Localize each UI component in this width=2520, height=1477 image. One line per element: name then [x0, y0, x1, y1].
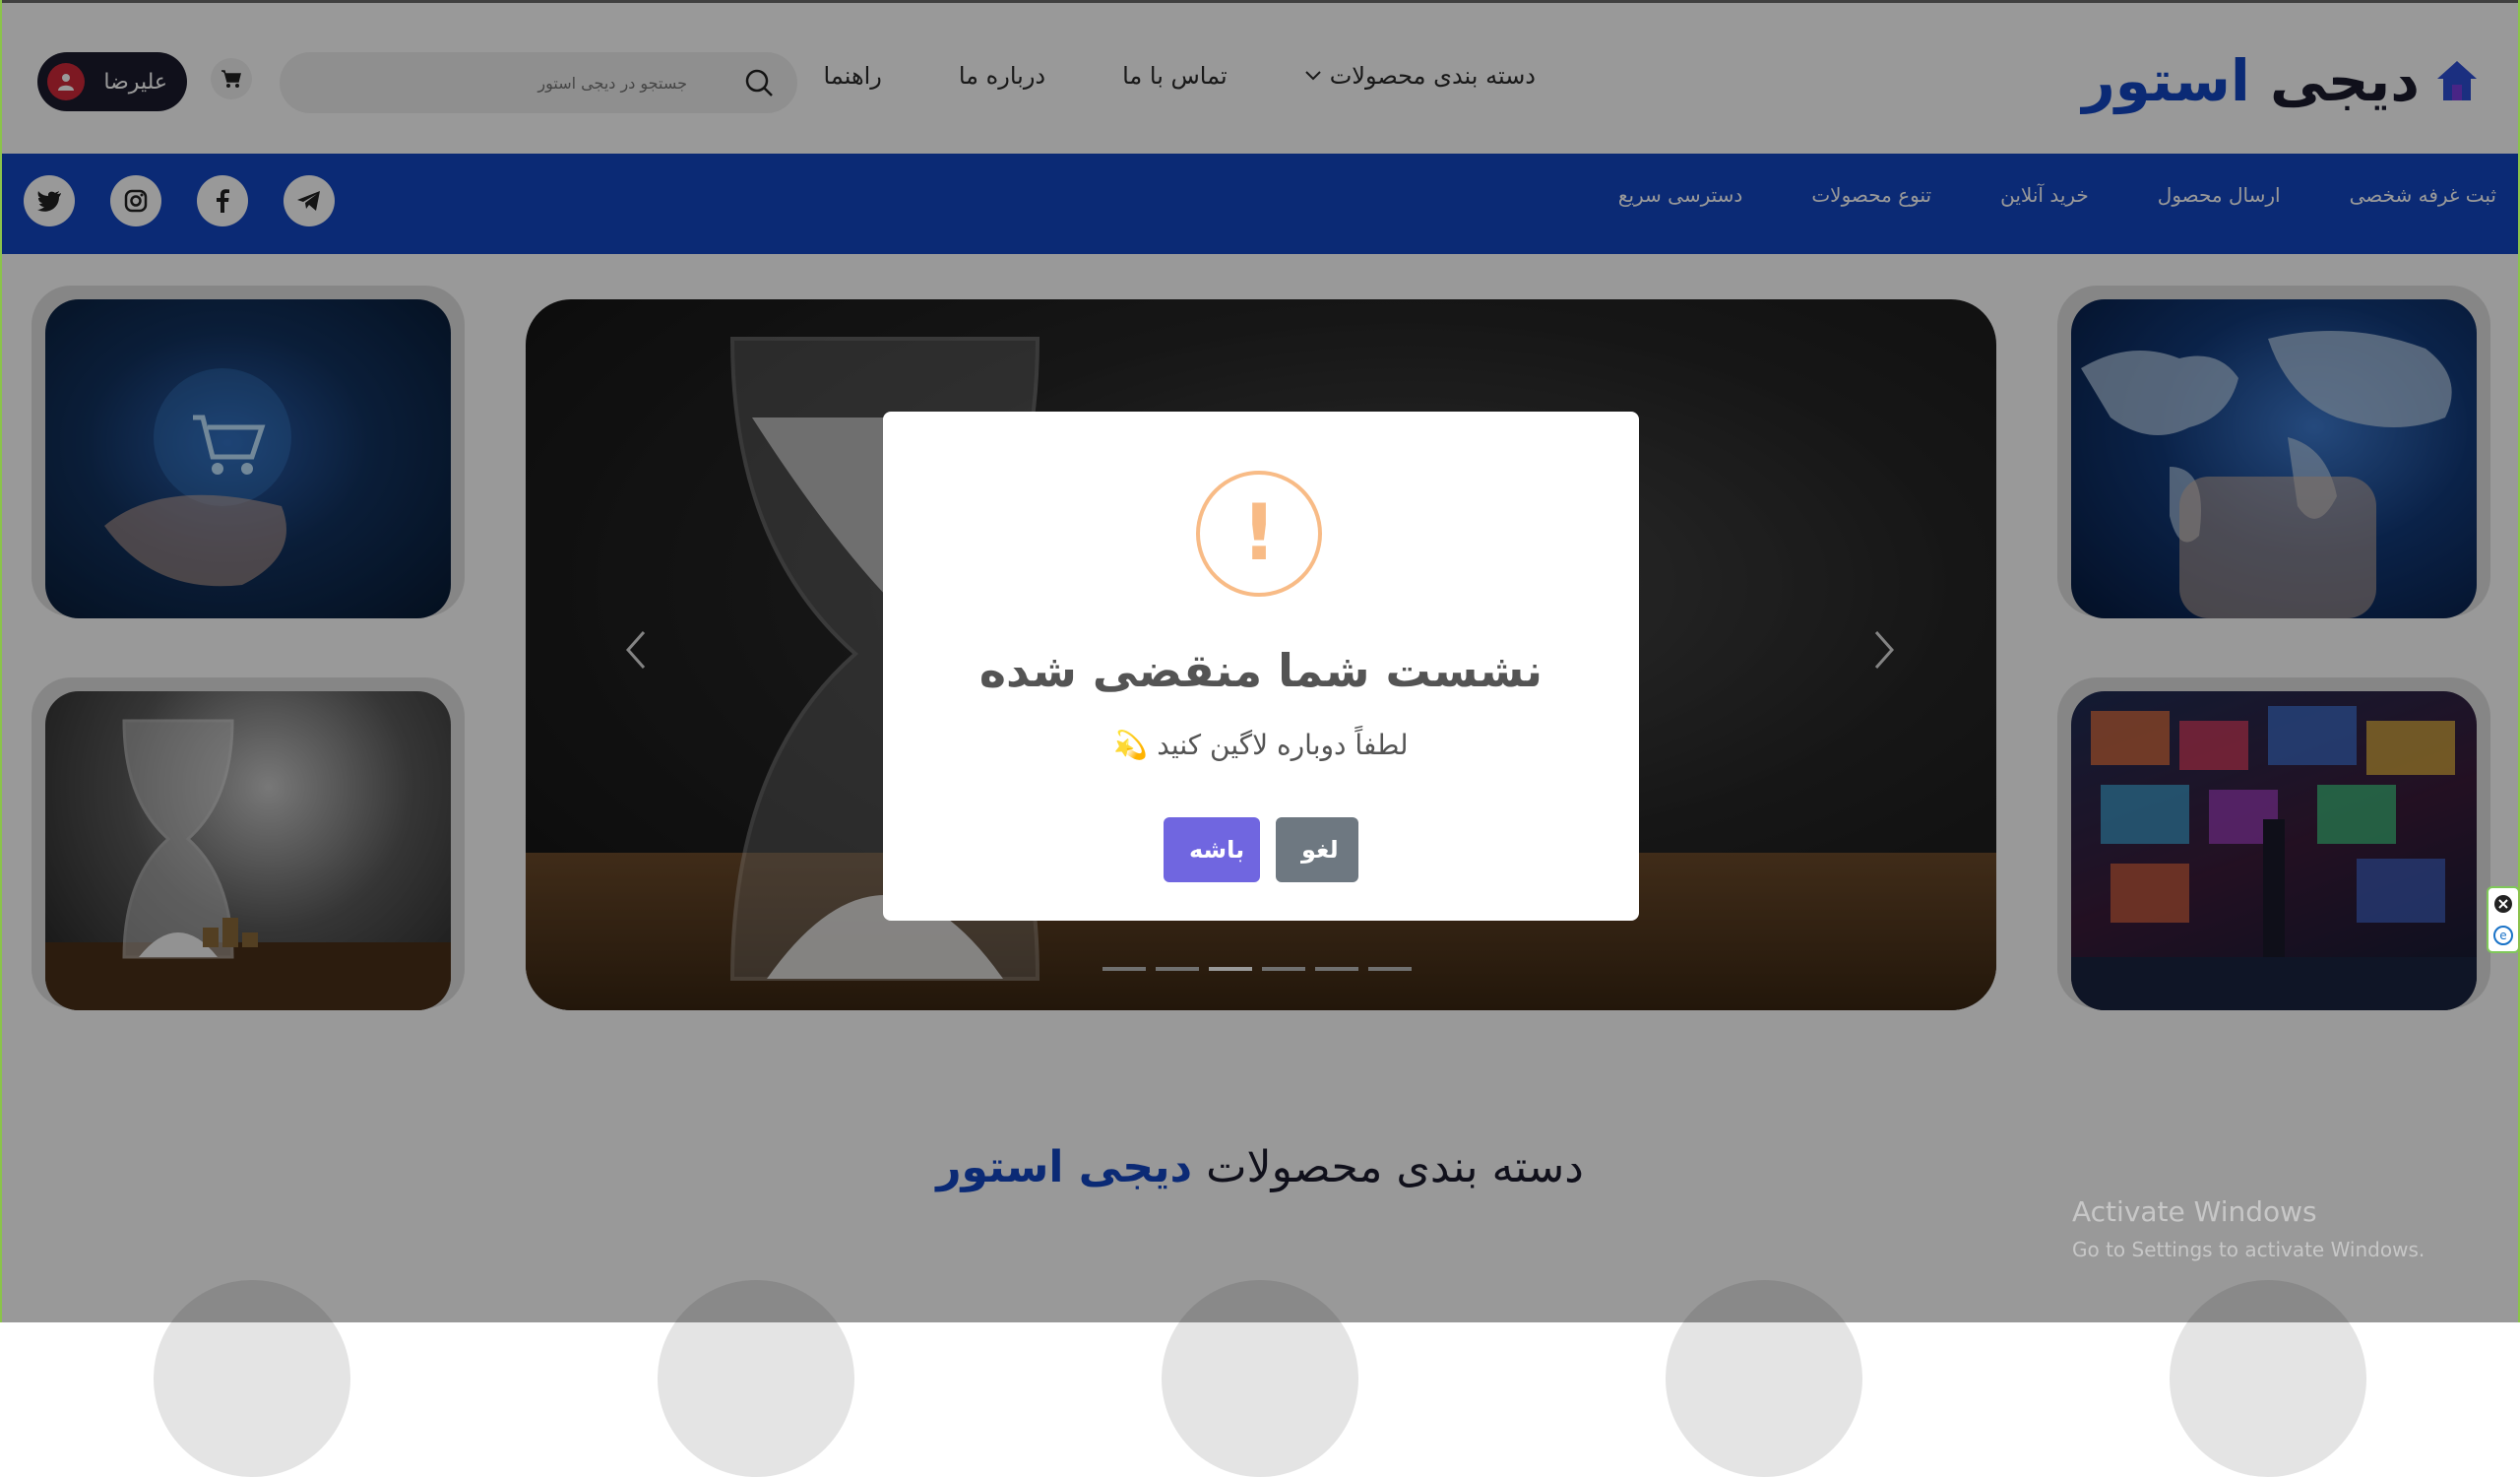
dizzy-emoji-icon: 💫 [1113, 729, 1149, 761]
side-widget[interactable]: e [2487, 886, 2520, 953]
session-expired-dialog: ! نشست شما منقضی شده لطفاً دوباره لاگین … [883, 412, 1639, 921]
ok-button[interactable]: باشه [1164, 817, 1260, 882]
cancel-button[interactable]: لغو [1276, 817, 1358, 882]
dialog-buttons: باشه لغو [883, 817, 1639, 882]
dialog-title: نشست شما منقضی شده [978, 644, 1544, 697]
windows-activation-watermark: Activate Windows Go to Settings to activ… [2072, 1193, 2425, 1268]
close-icon[interactable] [2493, 894, 2513, 914]
edge-icon[interactable]: e [2493, 926, 2513, 945]
dialog-message: لطفاً دوباره لاگین کنید 💫 [883, 729, 1639, 761]
warning-icon: ! [1196, 471, 1322, 597]
svg-text:e: e [2499, 929, 2506, 942]
watermark-line1: Activate Windows [2072, 1195, 2317, 1228]
dialog-message-text: لطفاً دوباره لاگین کنید [1157, 729, 1409, 761]
watermark-line2: Go to Settings to activate Windows. [2072, 1238, 2426, 1261]
